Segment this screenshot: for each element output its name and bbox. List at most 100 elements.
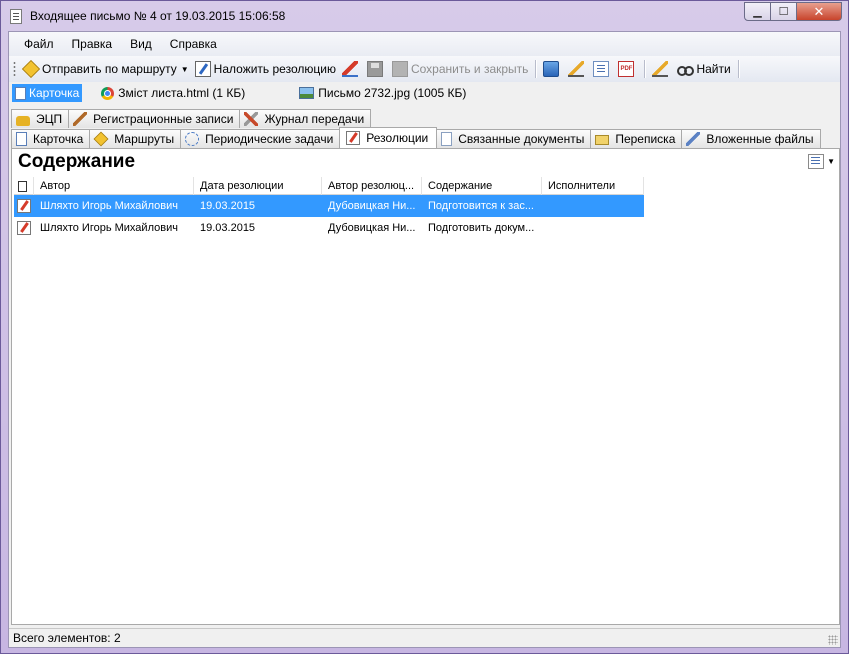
task-icon	[185, 132, 200, 146]
table-row[interactable]: Шляхто Игорь Михайлович 19.03.2015 Дубов…	[14, 217, 644, 239]
attachment-label: Карточка	[29, 86, 80, 100]
tab-related-documents[interactable]: Связанные документы	[436, 129, 592, 148]
tab-label: Карточка	[33, 132, 84, 146]
tab-periodic-tasks[interactable]: Периодические задачи	[180, 129, 341, 148]
tools-icon	[244, 112, 259, 126]
find-label: Найти	[696, 62, 731, 76]
cell-resolution-author: Дубовицкая Ни...	[328, 222, 416, 234]
resolutions-grid: Автор Дата резолюции Автор резолюц... Со…	[14, 177, 644, 239]
app-window: Входящее письмо № 4 от 19.03.2015 15:06:…	[0, 0, 849, 654]
save-close-icon	[391, 61, 408, 77]
panel-title: Содержание	[18, 151, 136, 172]
menu-edit[interactable]: Правка	[63, 37, 122, 51]
tab-label: Регистрационные записи	[93, 112, 234, 126]
column-header-resolution-author[interactable]: Автор резолюц...	[322, 177, 422, 195]
lock-icon	[16, 116, 30, 126]
table-row[interactable]: Шляхто Игорь Михайлович 19.03.2015 Дубов…	[14, 195, 644, 217]
tab-label: Вложенные файлы	[706, 132, 814, 146]
tab-transfer-log[interactable]: Журнал передачи	[239, 109, 372, 128]
attachment-html[interactable]: Зміст листа.html (1 КБ)	[98, 84, 248, 102]
paperclip-icon	[686, 132, 701, 146]
resolution-icon	[17, 221, 31, 235]
refresh-icon	[543, 61, 560, 77]
sign-button[interactable]	[649, 58, 674, 80]
menu-help[interactable]: Справка	[161, 37, 226, 51]
attachment-label: Письмо 2732.jpg (1005 КБ)	[318, 86, 467, 100]
resize-grip-icon[interactable]	[828, 635, 838, 645]
menu-bar: Файл Правка Вид Справка	[9, 32, 840, 56]
send-route-button[interactable]: Отправить по маршруту ▼	[20, 58, 192, 80]
tab-label: Маршруты	[114, 132, 175, 146]
menu-file[interactable]: Файл	[15, 37, 63, 51]
tab-registration[interactable]: Регистрационные записи	[68, 109, 241, 128]
toolbar-grip[interactable]	[13, 61, 16, 77]
binoculars-icon	[677, 61, 695, 77]
save-close-label: Сохранить и закрыть	[410, 62, 529, 76]
route-icon	[93, 131, 109, 147]
minimize-button[interactable]: ▁	[744, 2, 771, 21]
column-header-date[interactable]: Дата резолюции	[194, 177, 322, 195]
attachment-label: Зміст листа.html (1 КБ)	[118, 86, 246, 100]
edit-button[interactable]	[339, 58, 364, 80]
window-client: Файл Правка Вид Справка Отправить по мар…	[8, 31, 841, 648]
attach-icon	[568, 61, 585, 77]
attach-button[interactable]	[565, 58, 590, 80]
document-icon	[10, 9, 22, 24]
mail-icon	[595, 135, 610, 145]
view-options-button[interactable]: ▼	[808, 154, 835, 169]
cell-author: Шляхто Игорь Михайлович	[40, 200, 178, 212]
attachment-card[interactable]: Карточка	[12, 84, 83, 102]
pen-icon	[341, 61, 358, 77]
tab-correspondence[interactable]: Переписка	[590, 129, 683, 148]
pdf-button[interactable]: PDF	[615, 58, 640, 80]
tab-label: Переписка	[615, 132, 676, 146]
tab-resolutions[interactable]: Резолюции	[339, 127, 438, 148]
status-text: Всего элементов: 2	[13, 631, 121, 645]
window-controls: ▁ ☐ ✕	[744, 2, 842, 21]
toolbar-separator	[737, 60, 739, 78]
print-button[interactable]	[590, 58, 615, 80]
signature-icon	[652, 61, 669, 77]
cell-author: Шляхто Игорь Михайлович	[40, 222, 178, 234]
column-header-content[interactable]: Содержание	[422, 177, 542, 195]
attachment-jpg[interactable]: Письмо 2732.jpg (1005 КБ)	[296, 84, 469, 102]
attachments-bar: Карточка Зміст листа.html (1 КБ) Письмо …	[9, 82, 840, 104]
column-header-author[interactable]: Автор	[34, 177, 194, 195]
save-button[interactable]	[364, 58, 389, 80]
find-button[interactable]: Найти	[674, 58, 733, 80]
tab-ecp[interactable]: ЭЦП	[11, 109, 70, 128]
card-icon	[16, 132, 27, 146]
tab-card[interactable]: Карточка	[11, 129, 91, 148]
cell-date: 19.03.2015	[200, 200, 256, 212]
list-options-icon	[808, 154, 825, 169]
chevron-down-icon[interactable]: ▼	[181, 65, 189, 74]
tab-routes[interactable]: Маршруты	[89, 129, 182, 148]
refresh-button[interactable]	[540, 58, 565, 80]
print-icon	[593, 61, 610, 77]
row-icon-cell	[14, 221, 34, 235]
tab-label: Резолюции	[366, 131, 429, 145]
chevron-down-icon: ▼	[827, 157, 835, 166]
menu-view[interactable]: Вид	[121, 37, 161, 51]
cell-date: 19.03.2015	[200, 222, 256, 234]
pdf-icon: PDF	[618, 61, 635, 77]
impose-resolution-button[interactable]: Наложить резолюцию	[192, 58, 339, 80]
impose-resolution-label: Наложить резолюцию	[213, 62, 336, 76]
document-icon	[441, 132, 453, 146]
row-icon-cell	[14, 199, 34, 213]
tab-label: Периодические задачи	[205, 132, 334, 146]
close-button[interactable]: ✕	[797, 2, 842, 21]
grid-header: Автор Дата резолюции Автор резолюц... Со…	[14, 177, 644, 195]
send-route-label: Отправить по маршруту	[42, 62, 177, 76]
chrome-icon	[101, 86, 115, 100]
maximize-button[interactable]: ☐	[771, 2, 797, 21]
route-icon	[21, 59, 41, 79]
resolutions-panel: Содержание ▼ Автор Дата резолюции Автор …	[11, 148, 840, 625]
column-header-icon[interactable]	[14, 177, 34, 195]
column-header-executors[interactable]: Исполнители	[542, 177, 644, 195]
window-title: Входящее письмо № 4 от 19.03.2015 15:06:…	[30, 9, 286, 23]
title-bar[interactable]: Входящее письмо № 4 от 19.03.2015 15:06:…	[1, 1, 848, 31]
save-close-button[interactable]: Сохранить и закрыть	[389, 58, 531, 80]
cell-resolution-author: Дубовицкая Ни...	[328, 200, 416, 212]
tab-attached-files[interactable]: Вложенные файлы	[681, 129, 821, 148]
